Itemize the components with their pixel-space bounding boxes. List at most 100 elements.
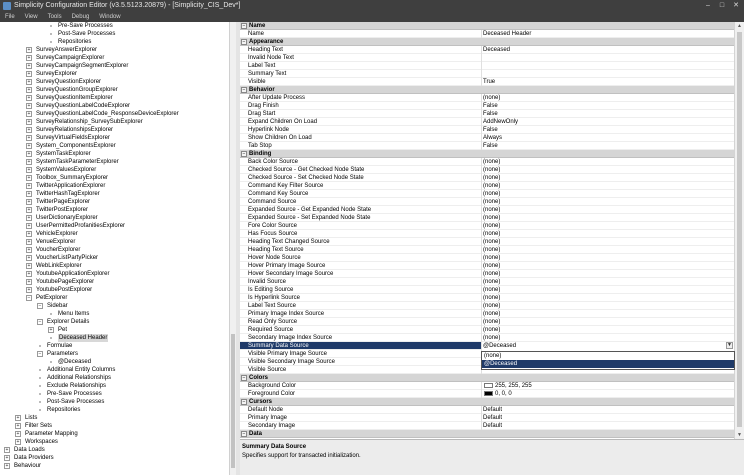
- expand-icon[interactable]: +: [26, 95, 32, 101]
- property-row[interactable]: Command Key Filter Source (none): [240, 182, 734, 190]
- expand-icon[interactable]: +: [26, 103, 32, 109]
- property-row[interactable]: Has Focus Source (none): [240, 230, 734, 238]
- property-category[interactable]: − Name: [240, 22, 734, 30]
- property-row[interactable]: Heading Text Deceased: [240, 46, 734, 54]
- expand-icon[interactable]: +: [26, 87, 32, 93]
- expand-icon[interactable]: +: [26, 239, 32, 245]
- property-value[interactable]: (none): [481, 182, 734, 190]
- expand-icon[interactable]: +: [26, 255, 32, 261]
- tree-node[interactable]: Pre-Save Processes: [0, 390, 229, 398]
- expand-icon[interactable]: +: [4, 447, 10, 453]
- tree-node[interactable]: + YoutubePageExplorer: [0, 278, 229, 286]
- tree-node[interactable]: + SurveyVirtualFieldsExplorer: [0, 134, 229, 142]
- property-row[interactable]: Drag Start False: [240, 110, 734, 118]
- dropdown-option[interactable]: @Deceased: [482, 360, 734, 368]
- expand-icon[interactable]: +: [15, 431, 21, 437]
- tree-node[interactable]: Exclude Relationships: [0, 382, 229, 390]
- property-grid-scrollbar[interactable]: ▲ ▼: [734, 22, 744, 439]
- tree-node[interactable]: + SurveyQuestionLabelCodeExplorer: [0, 102, 229, 110]
- property-value[interactable]: Default: [481, 422, 734, 430]
- property-value[interactable]: (none): [481, 230, 734, 238]
- expand-icon[interactable]: +: [4, 455, 10, 461]
- tree-node[interactable]: + SurveyAnswerExplorer: [0, 46, 229, 54]
- property-value[interactable]: Deceased: [481, 46, 734, 54]
- property-value[interactable]: @Deceased ▼: [481, 342, 734, 350]
- tree-node[interactable]: − Sidebar: [0, 302, 229, 310]
- expand-icon[interactable]: +: [26, 199, 32, 205]
- tree-node[interactable]: + SurveyQuestionLabelCode_ResponseDeviceE…: [0, 110, 229, 118]
- tree-node[interactable]: Post-Save Processes: [0, 30, 229, 38]
- property-grid[interactable]: − Name Name Deceased Header − Appearance Headi…: [240, 22, 734, 439]
- property-value[interactable]: (none): [481, 302, 734, 310]
- property-row[interactable]: Expand Children On Load AddNewOnly: [240, 118, 734, 126]
- property-value[interactable]: AddNewOnly: [481, 118, 734, 126]
- tree-node[interactable]: Pre-Save Processes: [0, 22, 229, 30]
- tree-node[interactable]: + VoucherExplorer: [0, 246, 229, 254]
- property-value[interactable]: (none): [481, 246, 734, 254]
- tree-node[interactable]: + Workspaces: [0, 438, 229, 446]
- property-row[interactable]: Is Hyperlink Source (none): [240, 294, 734, 302]
- property-row[interactable]: Required Source (none): [240, 326, 734, 334]
- tree-node[interactable]: − PetExplorer: [0, 294, 229, 302]
- property-row[interactable]: Expanded Source - Set Expanded Node Stat…: [240, 214, 734, 222]
- minimize-button[interactable]: –: [702, 1, 714, 10]
- property-value[interactable]: Default: [481, 414, 734, 422]
- tree-node[interactable]: + YoutubePostExplorer: [0, 286, 229, 294]
- tree-node[interactable]: + SurveyExplorer: [0, 70, 229, 78]
- tree-node[interactable]: @Deceased: [0, 358, 229, 366]
- expand-icon[interactable]: +: [26, 183, 32, 189]
- property-value[interactable]: False: [481, 142, 734, 150]
- menu-view[interactable]: View: [20, 12, 43, 22]
- property-value[interactable]: (none): [481, 334, 734, 342]
- tree-node[interactable]: + SurveyQuestionExplorer: [0, 78, 229, 86]
- tree-node[interactable]: Repositories: [0, 406, 229, 414]
- tree-node[interactable]: + Data Loads: [0, 446, 229, 454]
- property-row[interactable]: Hover Node Source (none): [240, 254, 734, 262]
- property-row[interactable]: Tab Stop False: [240, 142, 734, 150]
- property-value[interactable]: 0, 0, 0: [481, 390, 734, 398]
- tree-node[interactable]: Deceased Header: [0, 334, 229, 342]
- tree-node[interactable]: + TwitterApplicationExplorer: [0, 182, 229, 190]
- dropdown-arrow-icon[interactable]: ▼: [726, 342, 733, 349]
- property-row[interactable]: Checked Source - Set Checked Node State (…: [240, 174, 734, 182]
- property-category[interactable]: − Colors: [240, 374, 734, 382]
- tree-node[interactable]: + SurveyCampaignExplorer: [0, 54, 229, 62]
- collapse-icon[interactable]: −: [241, 87, 247, 93]
- tree-node[interactable]: + SystemTaskExplorer: [0, 150, 229, 158]
- expand-icon[interactable]: +: [26, 191, 32, 197]
- expand-icon[interactable]: +: [26, 119, 32, 125]
- property-value[interactable]: Deceased Header: [481, 30, 734, 38]
- expand-icon[interactable]: +: [26, 231, 32, 237]
- scroll-up-arrow-icon[interactable]: ▲: [735, 22, 744, 30]
- tree-node[interactable]: + Toolbox_SummaryExplorer: [0, 174, 229, 182]
- property-value[interactable]: (none): [481, 190, 734, 198]
- property-row[interactable]: Expanded Source - Get Expanded Node Stat…: [240, 206, 734, 214]
- expand-icon[interactable]: +: [26, 135, 32, 141]
- expand-icon[interactable]: +: [26, 79, 32, 85]
- property-value[interactable]: (none): [481, 94, 734, 102]
- property-row[interactable]: Hyperlink Node False: [240, 126, 734, 134]
- property-value[interactable]: (none): [481, 326, 734, 334]
- property-value[interactable]: [481, 70, 734, 78]
- property-row[interactable]: Summary Text: [240, 70, 734, 78]
- property-row[interactable]: Visible True: [240, 78, 734, 86]
- property-value[interactable]: [481, 54, 734, 62]
- tree-node[interactable]: Additional Relationships: [0, 374, 229, 382]
- property-row[interactable]: Summary Data Source @Deceased ▼: [240, 342, 734, 350]
- property-row[interactable]: Label Text Source (none): [240, 302, 734, 310]
- property-row[interactable]: Hover Primary Image Source (none): [240, 262, 734, 270]
- property-row[interactable]: After Update Process (none): [240, 94, 734, 102]
- property-row[interactable]: Secondary Image Index Source (none): [240, 334, 734, 342]
- tree-node[interactable]: Formulae: [0, 342, 229, 350]
- property-row[interactable]: Show Children On Load Always: [240, 134, 734, 142]
- property-value[interactable]: (none): [481, 198, 734, 206]
- property-row[interactable]: Background Color 255, 255, 255: [240, 382, 734, 390]
- property-value[interactable]: False: [481, 126, 734, 134]
- tree-scrollbar[interactable]: [229, 22, 236, 475]
- configuration-tree[interactable]: Pre-Save Processes Post-Save Processes Rep…: [0, 22, 229, 475]
- property-value[interactable]: (none): [481, 206, 734, 214]
- expand-icon[interactable]: +: [26, 215, 32, 221]
- tree-node[interactable]: + SurveyRelationship_SurveySubExplorer: [0, 118, 229, 126]
- expand-icon[interactable]: +: [26, 111, 32, 117]
- property-row[interactable]: Fore Color Source (none): [240, 222, 734, 230]
